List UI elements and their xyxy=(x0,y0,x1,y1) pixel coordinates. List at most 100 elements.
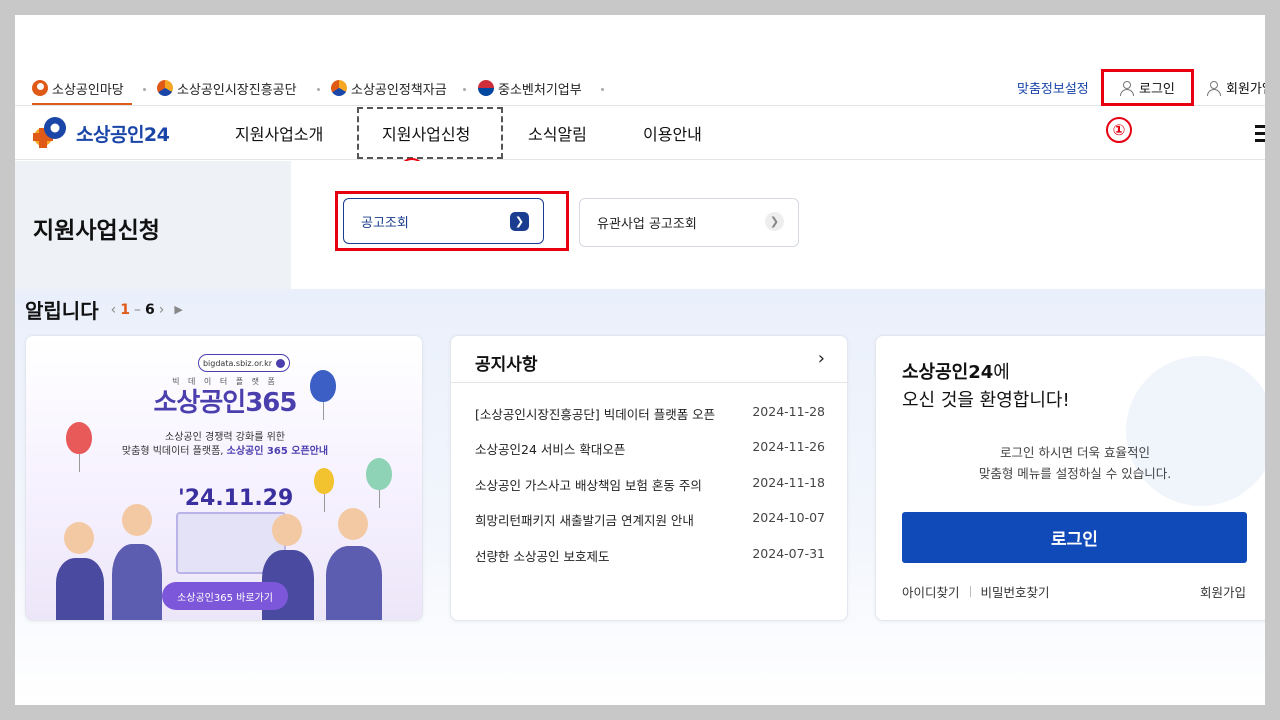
join-label: 회원가입 xyxy=(1226,82,1265,97)
top-link-label: 소상공인시장진흥공단 xyxy=(177,82,297,98)
join-link-bottom[interactable]: 회원가입 xyxy=(1200,582,1246,601)
balloon-icon xyxy=(314,468,334,512)
notice-row[interactable]: 희망리턴패키지 새출발기금 연계지원 안내 2024-10-07 xyxy=(475,510,825,529)
separator-dot xyxy=(463,88,466,91)
notice-row-date: 2024-11-18 xyxy=(752,475,825,490)
pager-dash: – xyxy=(133,301,141,318)
find-password-link[interactable]: 비밀번호찾기 xyxy=(981,582,1050,601)
related-notice-label: 유관사업 공고조회 xyxy=(597,217,697,232)
annotation-box-login xyxy=(1101,69,1194,106)
custom-info-link[interactable]: 맞춤정보설정 xyxy=(1017,78,1089,97)
welcome-message-2: 맞춤형 메뉴를 설정하실 수 있습니다. xyxy=(978,466,1172,481)
person-head-illustration xyxy=(122,504,152,536)
notice-row-date: 2024-10-07 xyxy=(752,510,825,525)
welcome-suffix: 에 xyxy=(993,362,1010,383)
chevron-right-icon[interactable]: › xyxy=(159,302,165,318)
welcome-card: 소상공인24에 오신 것을 환영합니다! 로그인 하시면 더욱 효율적인 맞춤형… xyxy=(875,335,1265,621)
sbiz-logo-icon xyxy=(32,80,48,96)
top-link-sbiz-madang[interactable]: 소상공인마당 xyxy=(32,78,124,98)
notice-row-title: 선량한 소상공인 보호제도 xyxy=(475,549,610,564)
balloon-icon xyxy=(310,370,336,420)
welcome-message-1: 로그인 하시면 더욱 효율적인 xyxy=(1000,445,1150,460)
promo-banner[interactable]: bigdata.sbiz.or.kr 빅 데 이 터 플 랫 폼 소상공인365… xyxy=(25,335,423,621)
login-button[interactable]: 로그인 xyxy=(902,512,1247,563)
banner-line-2b: 소상공인 365 오픈안내 xyxy=(226,446,329,457)
main-navigation: 소상공인24 지원사업소개 지원사업신청 소식알림 이용안내 xyxy=(15,107,1265,160)
notice-row-title: 희망리턴패키지 새출발기금 연계지원 안내 xyxy=(475,513,694,528)
pager-total: 6 xyxy=(144,301,155,318)
nav-item-news[interactable]: 소식알림 xyxy=(528,121,587,145)
banner-date: '24.11.29 xyxy=(178,486,294,511)
semas-logo-icon xyxy=(157,80,173,96)
main-content: 알립니다 ‹ 1 – 6 › ▶ bigdata.sbiz.or.kr 빅 데 … xyxy=(15,289,1265,705)
browser-viewport: 소상공인마당 소상공인시장진흥공단 소상공인정책자금 중소벤처기업부 맞춤정보설… xyxy=(15,15,1265,705)
alerts-title: 알립니다 xyxy=(25,299,99,323)
chevron-left-icon[interactable]: ‹ xyxy=(111,302,117,318)
alerts-pager: ‹ 1 – 6 › ▶ xyxy=(111,302,183,318)
person-head-illustration xyxy=(338,508,368,540)
welcome-line-1: 소상공인24에 xyxy=(902,358,1010,384)
annotation-dashed-box xyxy=(357,107,503,159)
top-utility-bar: 소상공인마당 소상공인시장진흥공단 소상공인정책자금 중소벤처기업부 맞춤정보설… xyxy=(15,70,1265,106)
hamburger-menu-icon[interactable] xyxy=(1255,125,1265,143)
nav-item-guide[interactable]: 이용안내 xyxy=(643,121,702,145)
notice-row-date: 2024-07-31 xyxy=(752,546,825,561)
annotation-box-notice-search xyxy=(335,191,569,251)
play-icon[interactable]: ▶ xyxy=(174,303,182,316)
logo-text: 소상공인24 xyxy=(76,123,170,146)
link-divider xyxy=(969,586,971,597)
nav-item-intro[interactable]: 지원사업소개 xyxy=(235,121,323,145)
related-notice-search-button[interactable]: 유관사업 공고조회 ❯ xyxy=(579,198,799,247)
notice-card: 공지사항 › [소상공인시장진흥공단] 빅데이터 플랫폼 오픈 2024-11-… xyxy=(450,335,849,621)
policy-fund-logo-icon xyxy=(331,80,347,96)
chevron-right-icon[interactable]: › xyxy=(818,348,825,369)
separator-dot xyxy=(601,88,604,91)
notice-row[interactable]: 소상공인 가스사고 배상책임 보험 혼동 주의 2024-11-18 xyxy=(475,475,825,494)
welcome-brand: 소상공인24 xyxy=(902,362,994,383)
banner-url: bigdata.sbiz.or.kr xyxy=(202,358,273,368)
person-edit-icon xyxy=(1206,80,1221,96)
site-logo[interactable]: 소상공인24 xyxy=(30,115,170,151)
decorative-logo-watermark xyxy=(1126,356,1265,506)
notice-row-title: [소상공인시장진흥공단] 빅데이터 플랫폼 오픈 xyxy=(475,407,716,422)
submenu-panel: 지원사업신청 공고조회 ❯ 유관사업 공고조회 ❯ xyxy=(15,161,1265,289)
person-head-illustration xyxy=(64,522,94,554)
notice-row[interactable]: [소상공인시장진흥공단] 빅데이터 플랫폼 오픈 2024-11-28 xyxy=(475,404,825,423)
person-illustration xyxy=(326,546,382,620)
pager-current: 1 xyxy=(120,301,130,318)
separator-dot xyxy=(143,88,146,91)
banner-cta-button[interactable]: 소상공인365 바로가기 xyxy=(162,582,288,610)
notice-row-title: 소상공인 가스사고 배상책임 보험 혼동 주의 xyxy=(475,478,702,493)
top-link-label: 소상공인정책자금 xyxy=(351,82,447,98)
notice-row-title: 소상공인24 서비스 확대오픈 xyxy=(475,442,626,457)
welcome-line-2: 오신 것을 환영합니다! xyxy=(902,390,1070,411)
sbiz-logo-icon xyxy=(30,115,70,151)
top-link-label: 중소벤처기업부 xyxy=(498,82,582,98)
account-links: 아이디찾기 비밀번호찾기 xyxy=(902,582,1050,601)
join-link[interactable]: 회원가입 xyxy=(1206,78,1265,97)
notice-row-date: 2024-11-28 xyxy=(752,404,825,419)
balloon-icon xyxy=(66,422,92,472)
person-head-illustration xyxy=(272,514,302,546)
custom-info-label: 맞춤정보설정 xyxy=(1017,82,1089,97)
active-site-underline xyxy=(32,103,132,105)
top-link-policy-fund[interactable]: 소상공인정책자금 xyxy=(331,78,447,98)
notice-row[interactable]: 소상공인24 서비스 확대오픈 2024-11-26 xyxy=(475,439,825,458)
banner-url-box: bigdata.sbiz.or.kr xyxy=(198,354,290,372)
balloon-icon xyxy=(366,458,392,508)
banner-logo: 소상공인365 xyxy=(153,388,298,418)
banner-line-2a: 맞춤형 빅데이터 플랫폼, xyxy=(121,446,227,457)
notice-title: 공지사항 xyxy=(475,355,538,375)
notice-row[interactable]: 선량한 소상공인 보호제도 2024-07-31 xyxy=(475,546,825,565)
taegeuk-icon xyxy=(478,80,494,96)
top-link-mss[interactable]: 중소벤처기업부 xyxy=(478,78,582,98)
search-icon xyxy=(276,358,286,368)
alerts-header: 알립니다 ‹ 1 – 6 › ▶ xyxy=(25,295,183,324)
person-illustration xyxy=(56,558,104,620)
person-illustration xyxy=(112,544,162,620)
chevron-right-icon: ❯ xyxy=(765,212,784,231)
find-id-link[interactable]: 아이디찾기 xyxy=(902,582,960,601)
top-link-semas[interactable]: 소상공인시장진흥공단 xyxy=(157,78,297,98)
separator-dot xyxy=(317,88,320,91)
notice-divider xyxy=(451,382,849,383)
